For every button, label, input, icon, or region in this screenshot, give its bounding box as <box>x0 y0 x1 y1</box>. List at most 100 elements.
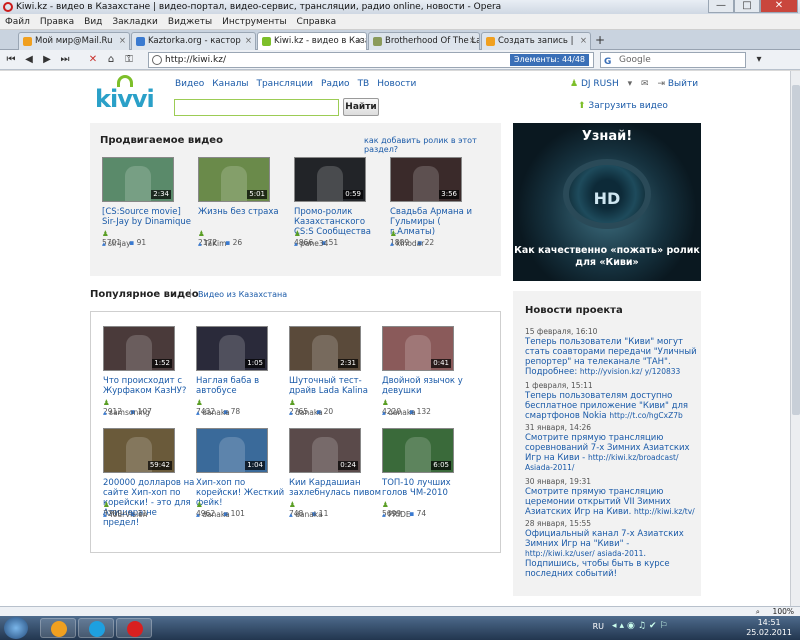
video-thumbnail[interactable]: 0:24 <box>289 428 361 473</box>
stop-icon[interactable]: ✕ <box>86 53 100 67</box>
video-thumbnail[interactable]: 3:56 <box>390 157 462 202</box>
tab-brotherhood[interactable]: Brotherhood Of The La × <box>368 32 480 50</box>
video-title[interactable]: Наглая баба в автобусе <box>196 376 288 396</box>
menu-tools[interactable]: Инструменты <box>217 14 291 30</box>
tray-icons[interactable]: ◂▴◉♫✔⚐ <box>612 621 671 631</box>
popular-kz-link[interactable]: Видео из Казахстана <box>198 290 287 299</box>
clock[interactable]: 14:51 25.02.2011 <box>746 618 792 638</box>
tab-kaztorka[interactable]: Kaztorka.org - кастор × <box>131 32 256 50</box>
news-text[interactable]: Официальный канал 7-х Азиатских Зимних И… <box>525 529 684 549</box>
language-indicator[interactable]: RU <box>593 622 604 631</box>
video-author[interactable]: ▴ danaka <box>289 510 323 519</box>
taskbar-opera[interactable] <box>116 618 152 638</box>
zoom-icon[interactable]: ⌕ <box>756 607 760 616</box>
video-author[interactable]: ▴ danaka <box>382 408 416 417</box>
menu-widgets[interactable]: Виджеты <box>163 14 217 30</box>
maximize-button[interactable]: □ <box>734 0 760 13</box>
start-button[interactable] <box>4 617 28 639</box>
video-thumbnail[interactable]: 0:41 <box>382 326 454 371</box>
upload-link[interactable]: ⬆ Загрузить видео <box>578 101 668 111</box>
fast-forward-icon[interactable]: ⏭ <box>58 53 72 67</box>
home-icon[interactable]: ⌂ <box>104 53 118 67</box>
video-title[interactable]: Двойной язычок у девушки <box>382 376 474 396</box>
taskbar: RU ◂▴◉♫✔⚐ 14:51 25.02.2011 <box>0 616 800 640</box>
video-author[interactable]: ▴ TaKim <box>198 239 226 248</box>
video-title[interactable]: Что происходит с Журфаком КазНУ? <box>103 376 195 396</box>
user-name[interactable]: DJ RUSH <box>581 79 619 89</box>
tab-mail[interactable]: Мой мир@Mail.Ru × <box>18 32 130 50</box>
search-dropdown-icon[interactable]: ▾ <box>752 53 766 67</box>
menu-file[interactable]: Файл <box>0 14 35 30</box>
video-author[interactable]: ▴ YourVision <box>103 510 148 519</box>
zoom-level[interactable]: 100% <box>773 607 794 616</box>
forward-icon[interactable]: ▶ <box>40 53 54 67</box>
page-scrollbar[interactable] <box>790 71 800 606</box>
video-author[interactable]: ▴ danaka <box>196 408 230 417</box>
minimize-button[interactable]: — <box>708 0 734 13</box>
video-author[interactable]: ▴ samsoning <box>103 408 150 417</box>
video-author[interactable]: ▴ PRIDE <box>382 510 411 519</box>
rewind-icon[interactable]: ⏮ <box>4 53 18 67</box>
dropdown-icon[interactable]: ▾ <box>628 79 633 89</box>
tab-close-icon[interactable]: × <box>580 33 587 49</box>
video-title[interactable]: Шуточный тест-драйв Lada Kalina <box>289 376 381 396</box>
video-thumbnail[interactable]: 1:52 <box>103 326 175 371</box>
nav-radio[interactable]: Радио <box>321 79 350 89</box>
views-icon: ♟ <box>382 398 389 407</box>
scrollbar-thumb[interactable] <box>792 85 800 415</box>
video-thumbnail[interactable]: 2:31 <box>289 326 361 371</box>
site-search-button[interactable]: Найти <box>343 98 379 116</box>
promo-banner[interactable]: Узнай! HD Как качественно «пожать» ролик… <box>513 123 701 281</box>
video-author[interactable]: ▴ sir-jay <box>102 239 131 248</box>
logout-link[interactable]: Выйти <box>668 79 698 89</box>
news-link[interactable]: http://t.co/hgCxZ7b <box>609 411 682 420</box>
video-thumbnail[interactable]: 59:42 <box>103 428 175 473</box>
site-logo[interactable]: kivvi <box>95 75 155 115</box>
site-search-input[interactable] <box>174 99 339 116</box>
news-link[interactable]: http://kiwi.kz/user/ asiada-2011 <box>525 549 643 558</box>
video-thumbnail[interactable]: 1:05 <box>196 326 268 371</box>
new-tab-button[interactable]: + <box>593 34 607 48</box>
video-thumbnail[interactable]: 6:05 <box>382 428 454 473</box>
mail-icon[interactable]: ✉ <box>641 79 649 89</box>
tab-close-icon[interactable]: × <box>245 33 252 49</box>
video-author[interactable]: ▴ danaka <box>289 408 323 417</box>
video-title[interactable]: [CS:Source movie] Sir-Jay by Dinamique <box>102 207 194 227</box>
taskbar-skype[interactable] <box>78 618 114 638</box>
menu-edit[interactable]: Правка <box>35 14 79 30</box>
nav-news[interactable]: Новости <box>377 79 416 89</box>
back-icon[interactable]: ◀ <box>22 53 36 67</box>
video-title[interactable]: Жизнь без страха <box>198 207 290 217</box>
video-thumbnail[interactable]: 0:59 <box>294 157 366 202</box>
news-link[interactable]: http://kiwi.kz/tv/ <box>634 507 695 516</box>
tab-close-icon[interactable]: × <box>469 33 476 49</box>
menu-view[interactable]: Вид <box>79 14 107 30</box>
video-author[interactable]: ▴ pane34 <box>294 239 328 248</box>
video-duration: 1:04 <box>245 461 265 470</box>
close-button[interactable]: ✕ <box>760 0 798 13</box>
video-duration: 6:05 <box>431 461 451 470</box>
menu-bookmarks[interactable]: Закладки <box>107 14 163 30</box>
tab-create-post[interactable]: Создать запись | × <box>481 32 591 50</box>
taskbar-mail-agent[interactable] <box>40 618 76 638</box>
nav-video[interactable]: Видео <box>175 79 204 89</box>
video-title[interactable]: Кии Кардашиан захлебнулась пивом <box>289 478 381 498</box>
video-thumbnail[interactable]: 5:01 <box>198 157 270 202</box>
video-thumbnail[interactable]: 1:04 <box>196 428 268 473</box>
video-author[interactable]: ▴ danaka <box>196 510 230 519</box>
video-author[interactable]: ▴ kinodar <box>390 239 424 248</box>
key-icon[interactable]: ⚿ <box>122 53 136 67</box>
news-link[interactable]: http://yvision.kz/ y/120833 <box>580 367 680 376</box>
video-thumbnail[interactable]: 2:34 <box>102 157 174 202</box>
nav-broadcasts[interactable]: Трансляции <box>256 79 313 89</box>
video-title[interactable]: ТОП-10 лучших голов ЧМ-2010 <box>382 478 474 498</box>
tab-close-icon[interactable]: × <box>119 33 126 49</box>
menu-help[interactable]: Справка <box>292 14 342 30</box>
tab-close-icon[interactable]: × <box>356 33 363 49</box>
search-engine-input[interactable]: G Google <box>600 52 746 68</box>
tab-kiwi[interactable]: Kiwi.kz - видео в Казах × <box>257 32 367 51</box>
nav-channels[interactable]: Каналы <box>212 79 248 89</box>
nav-tv[interactable]: ТВ <box>358 79 370 89</box>
promoted-howto-link[interactable]: как добавить ролик в этот раздел? <box>364 136 501 154</box>
address-input[interactable]: http://kiwi.kz/ Элементы: 44/48 <box>148 52 594 68</box>
